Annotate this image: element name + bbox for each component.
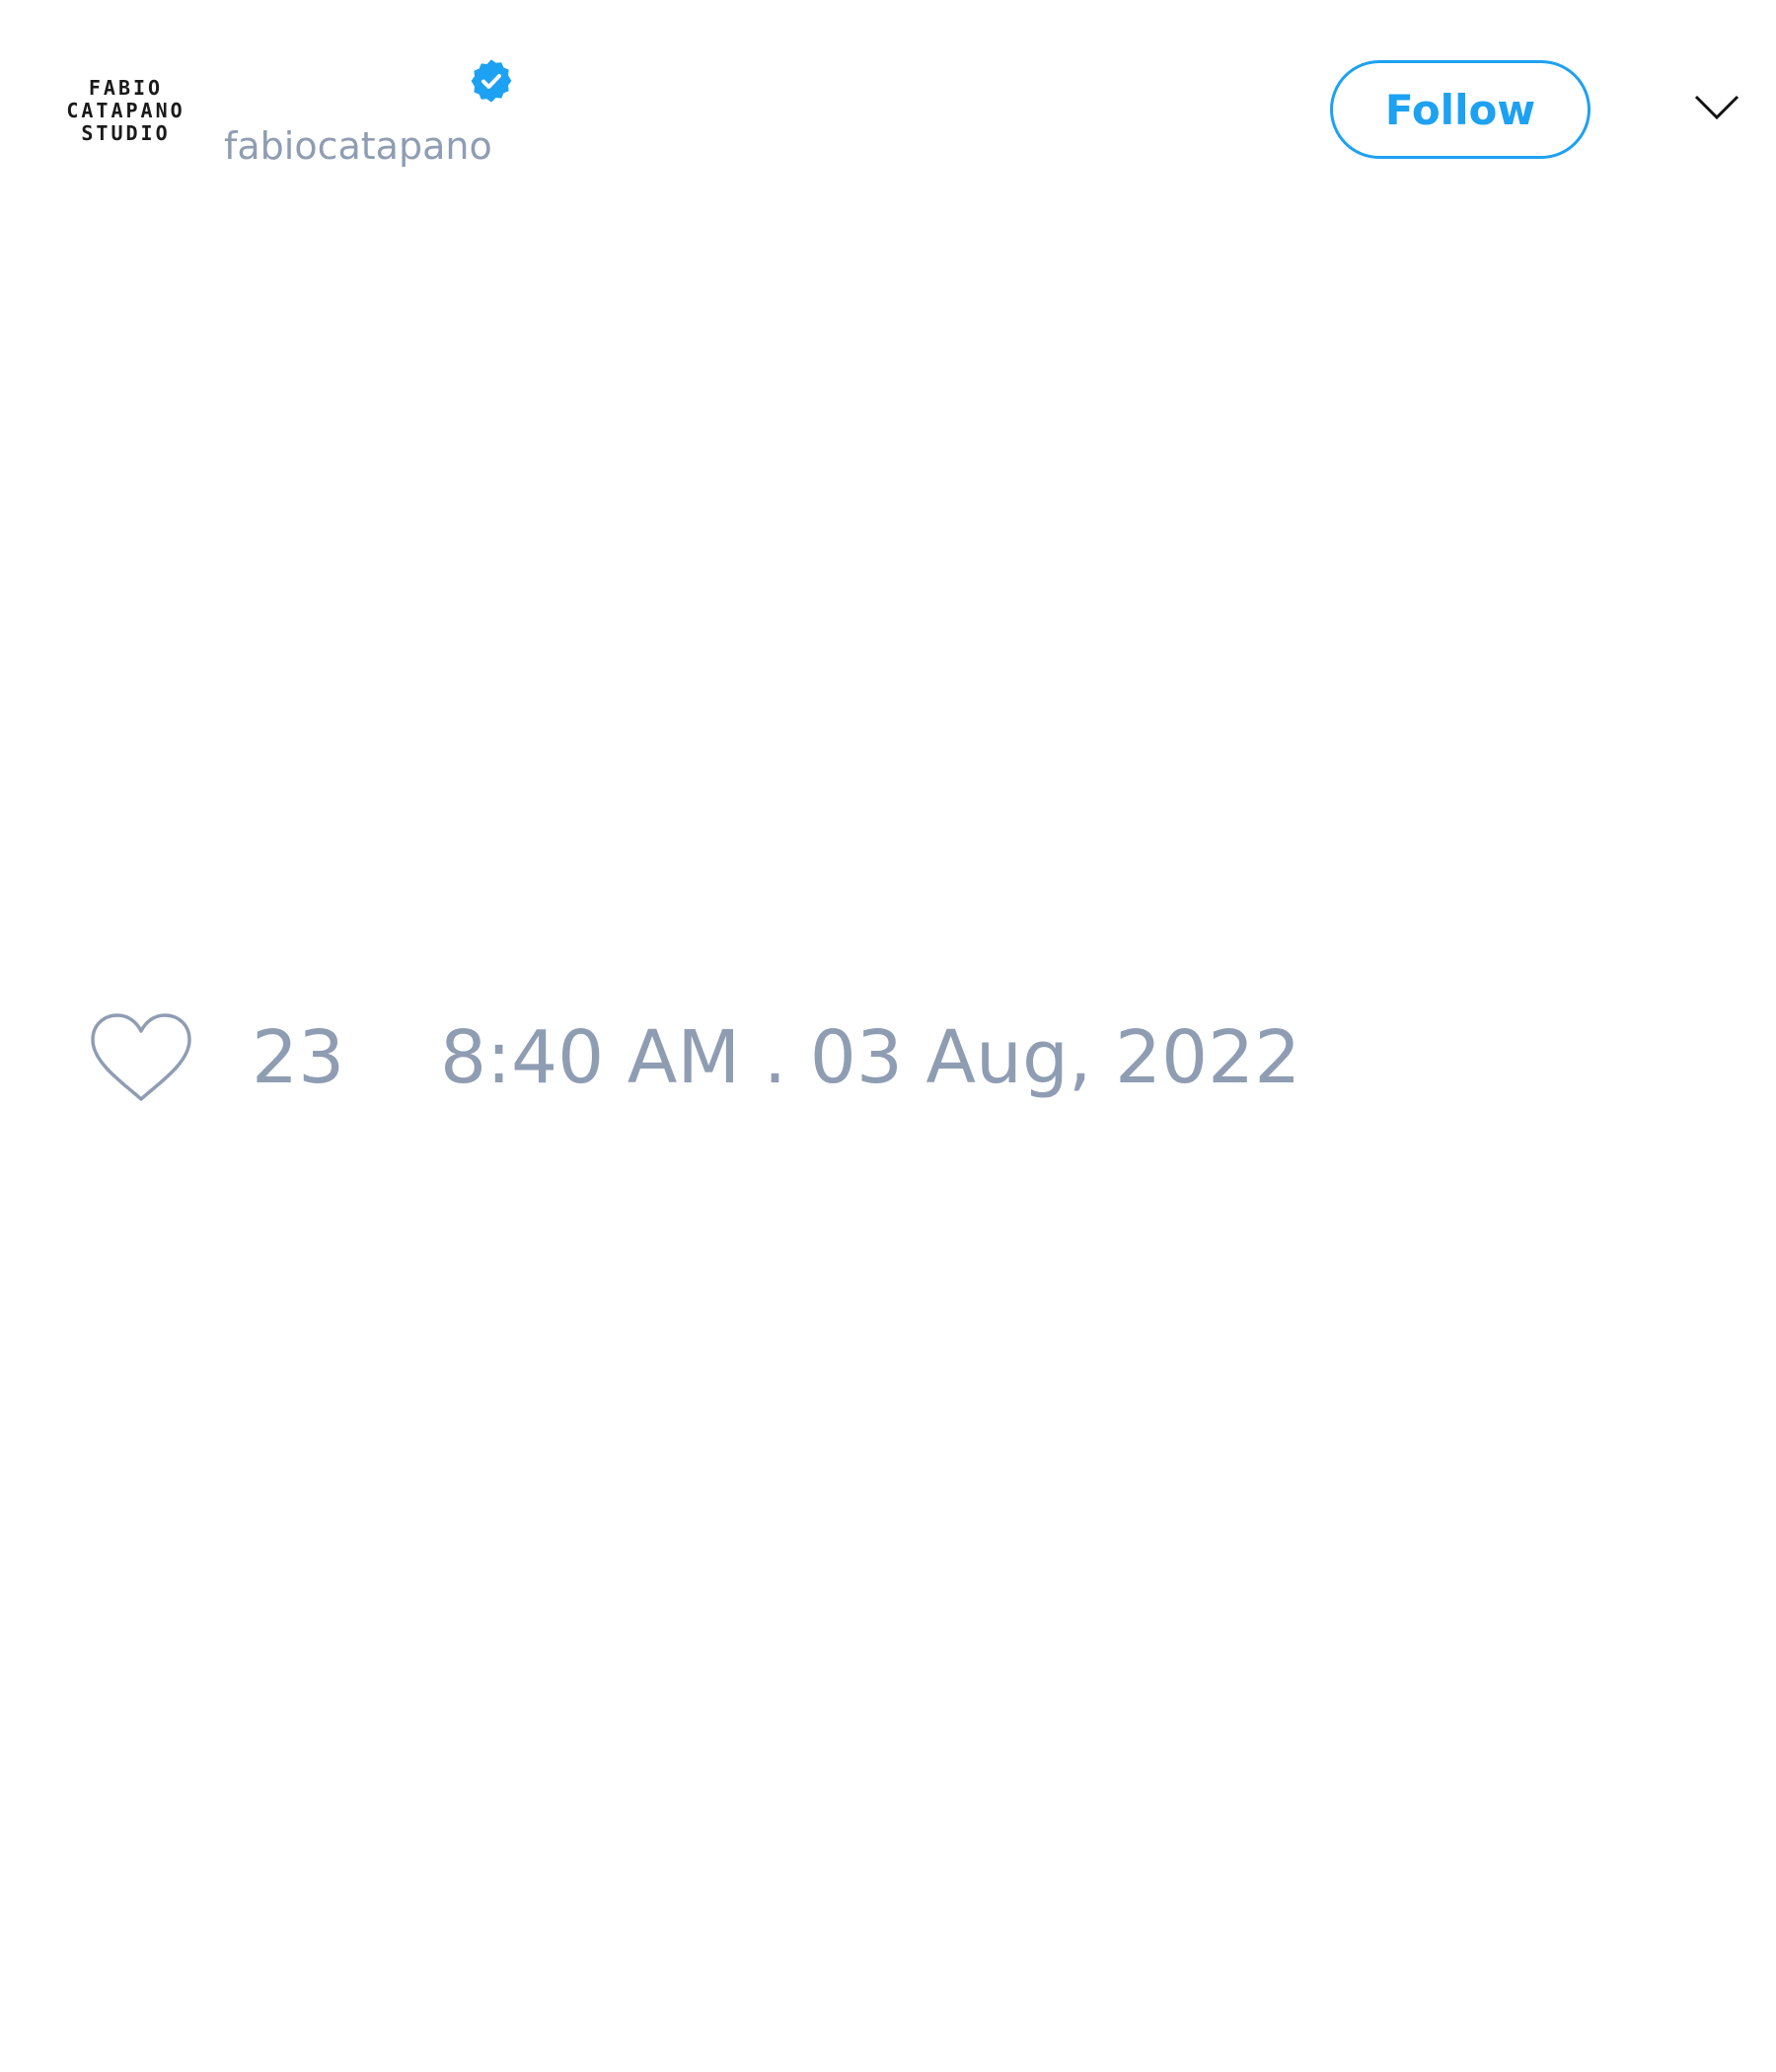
verified-badge-icon (471, 59, 512, 103)
avatar-logo-line-2: CATAPANO (66, 99, 185, 122)
follow-button[interactable]: Follow (1330, 60, 1591, 159)
chevron-down-icon[interactable] (1693, 93, 1740, 122)
avatar-logo-line-3: STUDIO (81, 121, 171, 145)
avatar-logo: FABIO CATAPANO STUDIO (66, 77, 185, 145)
tweet-timestamp[interactable]: 8:40 AM . 03 Aug, 2022 (440, 1008, 1300, 1107)
avatar-logo-line-1: FABIO (88, 76, 164, 100)
author-handle[interactable]: fabiocatapano (224, 124, 492, 168)
tweet-card: FABIO CATAPANO STUDIO fabiocatapano Foll… (0, 0, 1776, 2072)
tweet-meta-row: 23 8:40 AM . 03 Aug, 2022 (89, 1008, 1569, 1107)
avatar[interactable]: FABIO CATAPANO STUDIO (44, 54, 207, 168)
heart-icon[interactable] (89, 1012, 193, 1103)
like-count: 23 (252, 1015, 345, 1100)
